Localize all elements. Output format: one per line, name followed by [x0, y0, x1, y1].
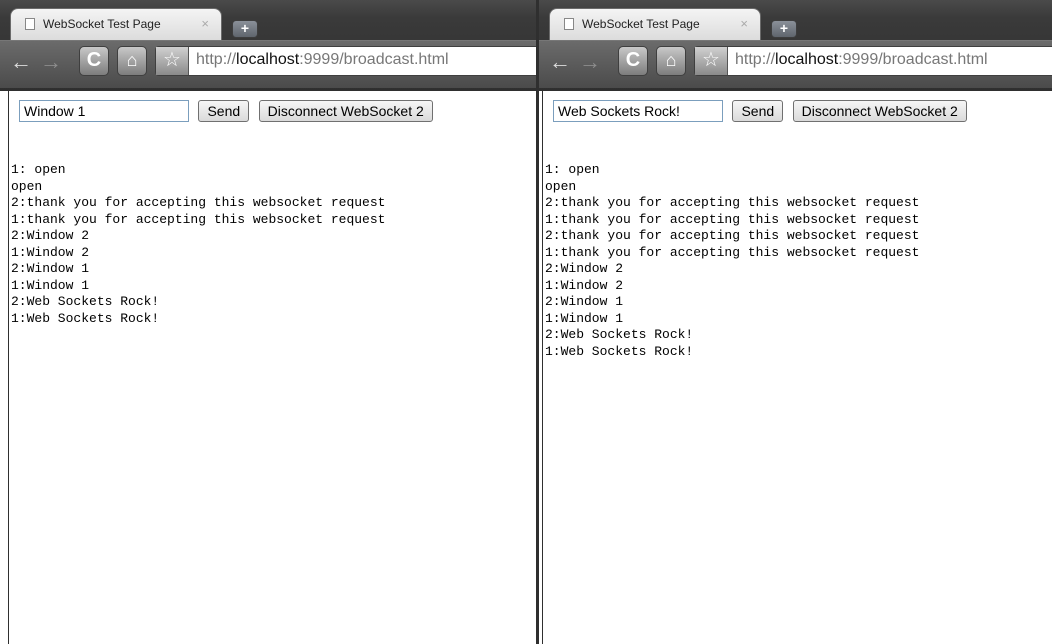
log-line: 2:Window 2	[11, 228, 90, 243]
message-input[interactable]	[553, 100, 723, 122]
send-button[interactable]: Send	[198, 100, 250, 122]
log-line: 2:Web Sockets Rock!	[11, 294, 160, 309]
log-line: 2:Web Sockets Rock!	[545, 327, 694, 342]
tab-title: WebSocket Test Page	[582, 17, 700, 31]
page-content: Send Disconnect WebSocket 2 1: open open…	[542, 91, 1052, 644]
page-content: Send Disconnect WebSocket 2 1: open open…	[8, 91, 539, 644]
home-button[interactable]: ⌂	[656, 46, 686, 76]
log-line: 2:thank you for accepting this websocket…	[545, 228, 920, 243]
bookmark-star-icon[interactable]: ☆	[695, 47, 728, 75]
reload-button[interactable]: C	[618, 46, 648, 76]
log-line: 2:thank you for accepting this websocket…	[11, 195, 386, 210]
message-log: 1: open open 2:thank you for accepting t…	[545, 162, 919, 360]
log-line: 1:Window 1	[11, 277, 90, 293]
log-line: 1:Window 1	[545, 310, 624, 326]
reload-button[interactable]: C	[79, 46, 109, 76]
message-controls: Send Disconnect WebSocket 2	[553, 100, 967, 122]
log-line: 1:Window 2	[545, 277, 624, 293]
log-line: 1:Web Sockets Rock!	[545, 343, 694, 359]
log-line: 1:thank you for accepting this websocket…	[11, 211, 386, 227]
url-rest: :9999/broadcast.html	[299, 51, 449, 68]
tab-websocket-test-page[interactable]: WebSocket Test Page ×	[10, 8, 222, 40]
close-tab-icon[interactable]: ×	[740, 16, 748, 31]
disconnect-button[interactable]: Disconnect WebSocket 2	[792, 100, 967, 122]
disconnect-button[interactable]: Disconnect WebSocket 2	[258, 100, 433, 122]
log-line: 2:Window 2	[545, 261, 624, 276]
browser-window-2: WebSocket Test Page × + ← → C ⌂ ☆ http:/…	[539, 0, 1052, 644]
log-line: 2:thank you for accepting this websocket…	[545, 195, 920, 210]
back-button[interactable]: ←	[547, 48, 573, 78]
address-bar[interactable]: ☆ http://localhost:9999/broadcast.html	[155, 46, 539, 76]
message-input[interactable]	[19, 100, 189, 122]
url-rest: :9999/broadcast.html	[838, 51, 988, 68]
log-line: 1:Web Sockets Rock!	[11, 310, 160, 326]
log-line: 1: open	[545, 162, 600, 177]
url-host: localhost	[775, 51, 839, 68]
tab-title: WebSocket Test Page	[43, 17, 161, 31]
message-controls: Send Disconnect WebSocket 2	[19, 100, 433, 122]
new-tab-button[interactable]: +	[232, 20, 258, 38]
url-text: http://localhost:9999/broadcast.html	[735, 51, 988, 69]
log-line: 2:Window 1	[11, 261, 90, 276]
close-tab-icon[interactable]: ×	[201, 16, 209, 31]
forward-button[interactable]: →	[577, 48, 603, 78]
tab-websocket-test-page[interactable]: WebSocket Test Page ×	[549, 8, 761, 40]
log-line: open	[11, 178, 43, 194]
back-button[interactable]: ←	[8, 48, 34, 78]
toolbar: ← → C ⌂ ☆ http://localhost:9999/broadcas…	[539, 40, 1052, 88]
bookmark-star-icon[interactable]: ☆	[156, 47, 189, 75]
log-line: open	[545, 178, 577, 194]
log-line: 2:Window 1	[545, 294, 624, 309]
url-host: localhost	[236, 51, 300, 68]
url-prefix: http://	[196, 51, 237, 68]
log-line: 1:thank you for accepting this websocket…	[545, 211, 920, 227]
new-tab-button[interactable]: +	[771, 20, 797, 38]
log-line: 1: open	[11, 162, 66, 177]
toolbar: ← → C ⌂ ☆ http://localhost:9999/broadcas…	[0, 40, 539, 88]
forward-button[interactable]: →	[38, 48, 64, 78]
browser-window-1: WebSocket Test Page × + ← → C ⌂ ☆ http:/…	[0, 0, 539, 644]
page-icon	[564, 18, 574, 30]
home-button[interactable]: ⌂	[117, 46, 147, 76]
url-prefix: http://	[735, 51, 776, 68]
url-text: http://localhost:9999/broadcast.html	[196, 51, 449, 69]
send-button[interactable]: Send	[732, 100, 784, 122]
log-line: 1:Window 2	[11, 244, 90, 260]
log-line: 1:thank you for accepting this websocket…	[545, 244, 920, 260]
address-bar[interactable]: ☆ http://localhost:9999/broadcast.html	[694, 46, 1052, 76]
page-icon	[25, 18, 35, 30]
message-log: 1: open open 2:thank you for accepting t…	[11, 162, 385, 327]
